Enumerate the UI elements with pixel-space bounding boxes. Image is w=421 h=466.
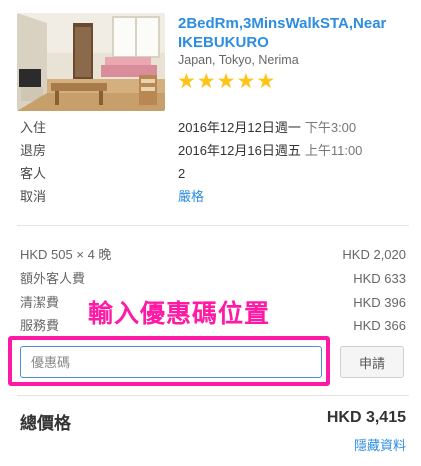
cleaning-label: 清潔費	[20, 295, 60, 310]
checkout-label: 退房	[20, 143, 47, 158]
star-icon: ★	[196, 69, 216, 93]
cancellation-policy-link[interactable]: 嚴格	[178, 188, 204, 206]
cleaning-amount: HKD 396	[353, 295, 406, 310]
divider	[17, 225, 409, 226]
hide-details-link[interactable]: 隱藏資料	[354, 435, 406, 454]
listing-title[interactable]: 2BedRm,3MinsWalkSTA,Near IKEBUKURO	[178, 14, 413, 52]
nights-amount: HKD 2,020	[342, 247, 406, 262]
rating-stars: ★ ★ ★ ★ ★	[177, 70, 275, 92]
promo-code-input[interactable]	[20, 346, 322, 378]
divider	[17, 395, 409, 396]
checkout-date: 2016年12月16日週五	[178, 143, 301, 158]
star-icon: ★	[256, 69, 276, 93]
promo-annotation-text: 輸入優惠碼位置	[88, 299, 271, 328]
checkout-row: 退房 2016年12月16日週五 上午11:00	[20, 142, 410, 160]
service-amount: HKD 366	[353, 318, 406, 333]
listing-location: Japan, Tokyo, Nerima	[178, 53, 299, 67]
nights-label: HKD 505 × 4 晚	[20, 247, 112, 262]
apply-promo-button[interactable]: 申請	[340, 346, 404, 378]
cancellation-row: 取消 嚴格	[20, 188, 410, 206]
star-icon: ★	[236, 69, 256, 93]
checkin-time: 下午3:00	[304, 120, 357, 135]
checkin-value: 2016年12月12日週一 下午3:00	[178, 119, 356, 137]
guests-row: 客人 2	[20, 165, 410, 183]
checkout-time: 上午11:00	[304, 143, 363, 158]
service-label: 服務費	[20, 318, 60, 333]
total-amount: HKD 3,415	[326, 409, 406, 426]
guests-label: 客人	[20, 166, 47, 181]
checkout-value: 2016年12月16日週五 上午11:00	[178, 142, 362, 160]
checkin-label: 入住	[20, 120, 47, 135]
guests-value: 2	[178, 166, 186, 181]
total-label: 總價格	[20, 414, 71, 433]
extra-guest-label: 額外客人費	[20, 271, 86, 286]
star-icon: ★	[216, 69, 236, 93]
star-icon: ★	[177, 69, 196, 93]
listing-photo[interactable]	[17, 13, 165, 111]
checkin-row: 入住 2016年12月12日週一 下午3:00	[20, 119, 410, 137]
cancellation-label: 取消	[20, 189, 47, 204]
extra-guest-fee-row: 額外客人費 HKD 633	[20, 270, 406, 288]
extra-guest-amount: HKD 633	[353, 271, 406, 286]
checkin-date: 2016年12月12日週一	[178, 120, 301, 135]
nights-price-row: HKD 505 × 4 晚 HKD 2,020	[20, 246, 406, 264]
